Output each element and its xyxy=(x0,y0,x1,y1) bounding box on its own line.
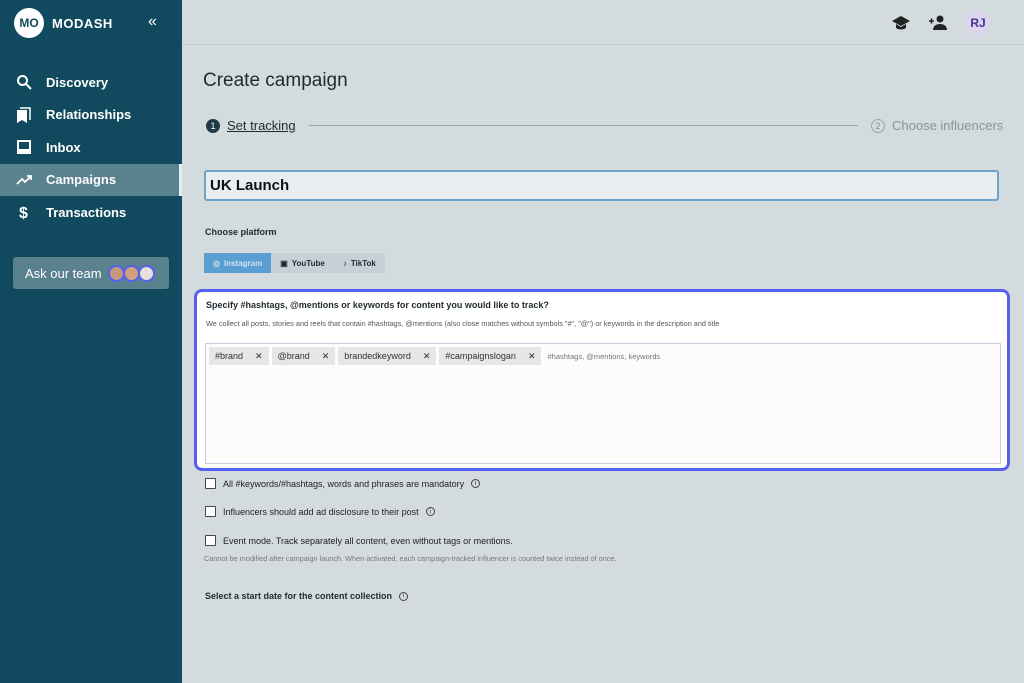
tab-label: YouTube xyxy=(291,258,325,268)
tiktok-icon: ♪ xyxy=(342,258,347,268)
choose-platform-label: Choose platform xyxy=(205,227,277,237)
inbox-icon xyxy=(17,140,31,155)
remove-tag-icon[interactable]: ✕ xyxy=(528,351,536,362)
sidebar-item-discovery[interactable]: Discovery xyxy=(0,66,182,99)
tracking-description: We collect all posts, stories and reels … xyxy=(206,319,720,328)
sidebar-item-label: Campaigns xyxy=(46,172,117,188)
ad-disclosure-checkbox[interactable] xyxy=(205,506,216,517)
sidebar-item-label: Relationships xyxy=(46,107,132,123)
ask-team-label: Ask our team xyxy=(25,265,102,281)
option-label: All #keywords/#hashtags, words and phras… xyxy=(223,478,465,489)
tracking-title: Specify #hashtags, @mentions or keywords… xyxy=(206,300,549,310)
mandatory-keywords-option[interactable]: All #keywords/#hashtags, words and phras… xyxy=(205,478,481,489)
step-label: Choose influencers xyxy=(892,118,1004,133)
add-user-icon[interactable] xyxy=(928,13,948,33)
tag-label: #campaignslogan xyxy=(445,351,516,361)
step-number: 2 xyxy=(871,118,885,133)
brand-name: MODASH xyxy=(52,16,113,31)
platform-tabs: ◎ Instagram ▣ YouTube ♪ TikTok xyxy=(204,253,385,273)
step-set-tracking[interactable]: 1 Set tracking xyxy=(206,118,296,133)
sidebar-item-label: Inbox xyxy=(46,139,81,155)
youtube-icon: ▣ xyxy=(280,258,288,268)
sidebar-item-label: Discovery xyxy=(46,74,109,90)
step-label: Set tracking xyxy=(227,118,296,133)
sidebar-item-transactions[interactable]: $ Transactions xyxy=(0,196,182,229)
remove-tag-icon[interactable]: ✕ xyxy=(423,351,431,362)
graduation-cap-icon[interactable] xyxy=(891,13,911,33)
remove-tag-icon[interactable]: ✕ xyxy=(322,351,330,362)
sidebar-item-relationships[interactable]: Relationships xyxy=(0,99,182,132)
tag-label: @brand xyxy=(277,351,310,361)
ask-our-team-button[interactable]: Ask our team xyxy=(13,257,169,289)
search-icon xyxy=(17,75,32,90)
tag-chip: @brand ✕ xyxy=(271,347,336,365)
info-icon[interactable]: i xyxy=(425,507,435,516)
keywords-input[interactable] xyxy=(547,347,997,365)
campaign-name-input[interactable]: UK Launch xyxy=(204,170,999,201)
sidebar: MO MODASH « Discovery Relationships Inbo… xyxy=(0,0,182,683)
tracking-panel: Specify #hashtags, @mentions or keywords… xyxy=(194,289,1010,471)
collapse-sidebar-icon[interactable]: « xyxy=(148,13,157,31)
page-title: Create campaign xyxy=(203,70,348,91)
option-label: Event mode. Track separately all content… xyxy=(223,535,513,546)
info-icon[interactable]: i xyxy=(471,479,481,488)
option-label: Influencers should add ad disclosure to … xyxy=(223,506,419,517)
tag-chip: #brand ✕ xyxy=(209,347,269,365)
tab-youtube[interactable]: ▣ YouTube xyxy=(271,253,334,273)
keywords-input-area[interactable]: #brand ✕ @brand ✕ brandedkeyword ✕ #campaig… xyxy=(205,343,1001,464)
step-number: 1 xyxy=(206,118,220,133)
event-mode-hint: Cannot be modified after campaign launch… xyxy=(204,554,617,563)
mandatory-checkbox[interactable] xyxy=(205,478,216,489)
remove-tag-icon[interactable]: ✕ xyxy=(255,351,263,362)
tag-label: brandedkeyword xyxy=(344,351,411,361)
team-avatars xyxy=(107,264,155,282)
dollar-icon: $ xyxy=(19,205,28,220)
bookmark-icon xyxy=(17,107,31,123)
tab-label: Instagram xyxy=(223,258,263,268)
event-mode-option[interactable]: Event mode. Track separately all content… xyxy=(205,535,513,546)
modash-logo[interactable]: MO xyxy=(14,8,44,38)
tag-label: #brand xyxy=(215,351,244,361)
tab-tiktok[interactable]: ♪ TikTok xyxy=(334,253,385,273)
ad-disclosure-option[interactable]: Influencers should add ad disclosure to … xyxy=(205,506,435,517)
sidebar-item-campaigns[interactable]: Campaigns xyxy=(0,163,182,196)
tag-chip: #campaignslogan ✕ xyxy=(439,347,542,365)
event-mode-checkbox[interactable] xyxy=(205,535,216,546)
step-choose-influencers[interactable]: 2 Choose influencers xyxy=(871,118,1003,133)
sidebar-nav: Discovery Relationships Inbox Campaigns … xyxy=(0,66,182,229)
user-avatar[interactable]: RJ xyxy=(965,10,991,36)
start-date-label: Select a start date for the content coll… xyxy=(205,591,409,601)
sidebar-item-inbox[interactable]: Inbox xyxy=(0,131,182,164)
tag-chip: brandedkeyword ✕ xyxy=(338,347,437,365)
tab-label: TikTok xyxy=(350,258,376,268)
trending-icon xyxy=(16,174,32,185)
step-divider xyxy=(309,125,858,126)
tab-instagram[interactable]: ◎ Instagram xyxy=(204,253,272,273)
sidebar-item-label: Transactions xyxy=(46,204,127,220)
svg-text:$: $ xyxy=(19,205,28,220)
instagram-icon: ◎ xyxy=(213,258,220,268)
avatar xyxy=(137,264,155,282)
info-icon[interactable]: i xyxy=(399,591,409,601)
start-date-text: Select a start date for the content coll… xyxy=(205,591,393,601)
